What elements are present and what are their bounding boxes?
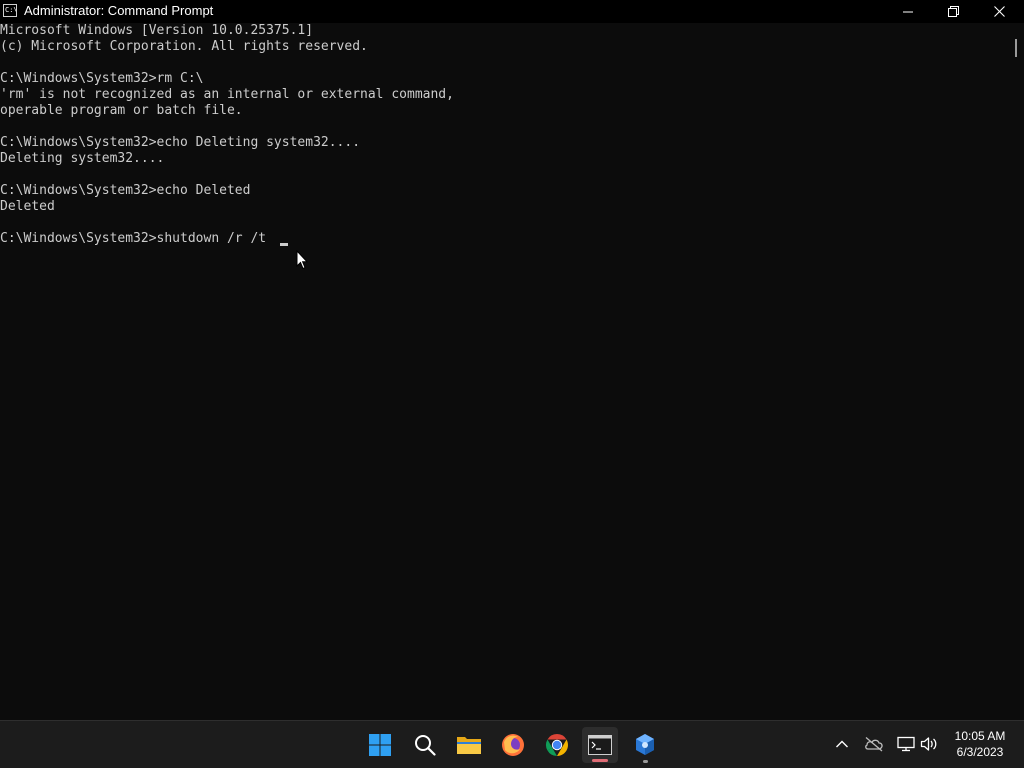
- maximize-button[interactable]: [930, 0, 976, 23]
- command-input-line[interactable]: C:\Windows\System32>shutdown /r /t: [0, 231, 274, 247]
- console-line: C:\Windows\System32>echo Deleting system…: [0, 135, 361, 150]
- restore-icon: [947, 6, 959, 17]
- chrome-button[interactable]: [539, 727, 575, 763]
- network-button[interactable]: [896, 734, 916, 754]
- vertical-scrollbar[interactable]: [1008, 23, 1024, 720]
- firefox-icon: [502, 734, 524, 756]
- search-icon: [415, 735, 436, 756]
- firefox-button[interactable]: [495, 727, 531, 763]
- active-app-indicator: [592, 759, 608, 762]
- console-output[interactable]: Microsoft Windows [Version 10.0.25375.1]…: [0, 23, 1008, 720]
- minimize-button[interactable]: [885, 0, 931, 23]
- mouse-pointer-icon: [296, 250, 308, 270]
- show-hidden-icons-button[interactable]: [832, 734, 852, 754]
- title-bar[interactable]: C:\ Administrator: Command Prompt: [0, 0, 1024, 23]
- scrollbar-thumb[interactable]: [1015, 39, 1017, 57]
- console-line: 'rm' is not recognized as an internal or…: [0, 87, 454, 102]
- file-explorer-button[interactable]: [451, 727, 487, 763]
- app-icon: [636, 734, 654, 755]
- windows-start-icon: [369, 734, 391, 756]
- console-line: operable program or batch file.: [0, 103, 243, 118]
- volume-button[interactable]: [919, 734, 939, 754]
- close-button[interactable]: [976, 0, 1022, 23]
- minimize-icon: [903, 11, 913, 12]
- app-button[interactable]: [627, 727, 663, 763]
- console-line: Deleted: [0, 199, 55, 214]
- volume-icon: [920, 737, 937, 751]
- console-line: C:\Windows\System32>rm C:\: [0, 71, 204, 86]
- start-button[interactable]: [362, 727, 398, 763]
- console-line: Microsoft Windows [Version 10.0.25375.1]: [0, 23, 314, 38]
- clock-time[interactable]: 10:05 AM: [948, 729, 1012, 743]
- console-line: (c) Microsoft Corporation. All rights re…: [0, 39, 368, 54]
- command-prompt-window: C:\ Administrator: Command Prompt Micros…: [0, 0, 1024, 720]
- text-cursor: [280, 243, 288, 246]
- chrome-icon: [546, 734, 568, 756]
- chevron-up-icon: [836, 740, 848, 748]
- running-app-indicator: [643, 760, 648, 763]
- cmd-icon[interactable]: C:\: [3, 4, 17, 17]
- clock-date[interactable]: 6/3/2023: [948, 745, 1012, 759]
- close-icon: [993, 6, 1005, 17]
- window-title: Administrator: Command Prompt: [24, 3, 214, 18]
- command-prompt-icon: [588, 735, 612, 755]
- console-line: C:\Windows\System32>echo Deleted: [0, 183, 251, 198]
- command-prompt-button[interactable]: [582, 727, 618, 763]
- network-icon: [897, 736, 915, 752]
- onedrive-offline-icon: [865, 737, 883, 752]
- console-line: Deleting system32....: [0, 151, 165, 166]
- search-button[interactable]: [407, 727, 443, 763]
- onedrive-button[interactable]: [864, 734, 884, 754]
- file-explorer-icon: [457, 737, 481, 754]
